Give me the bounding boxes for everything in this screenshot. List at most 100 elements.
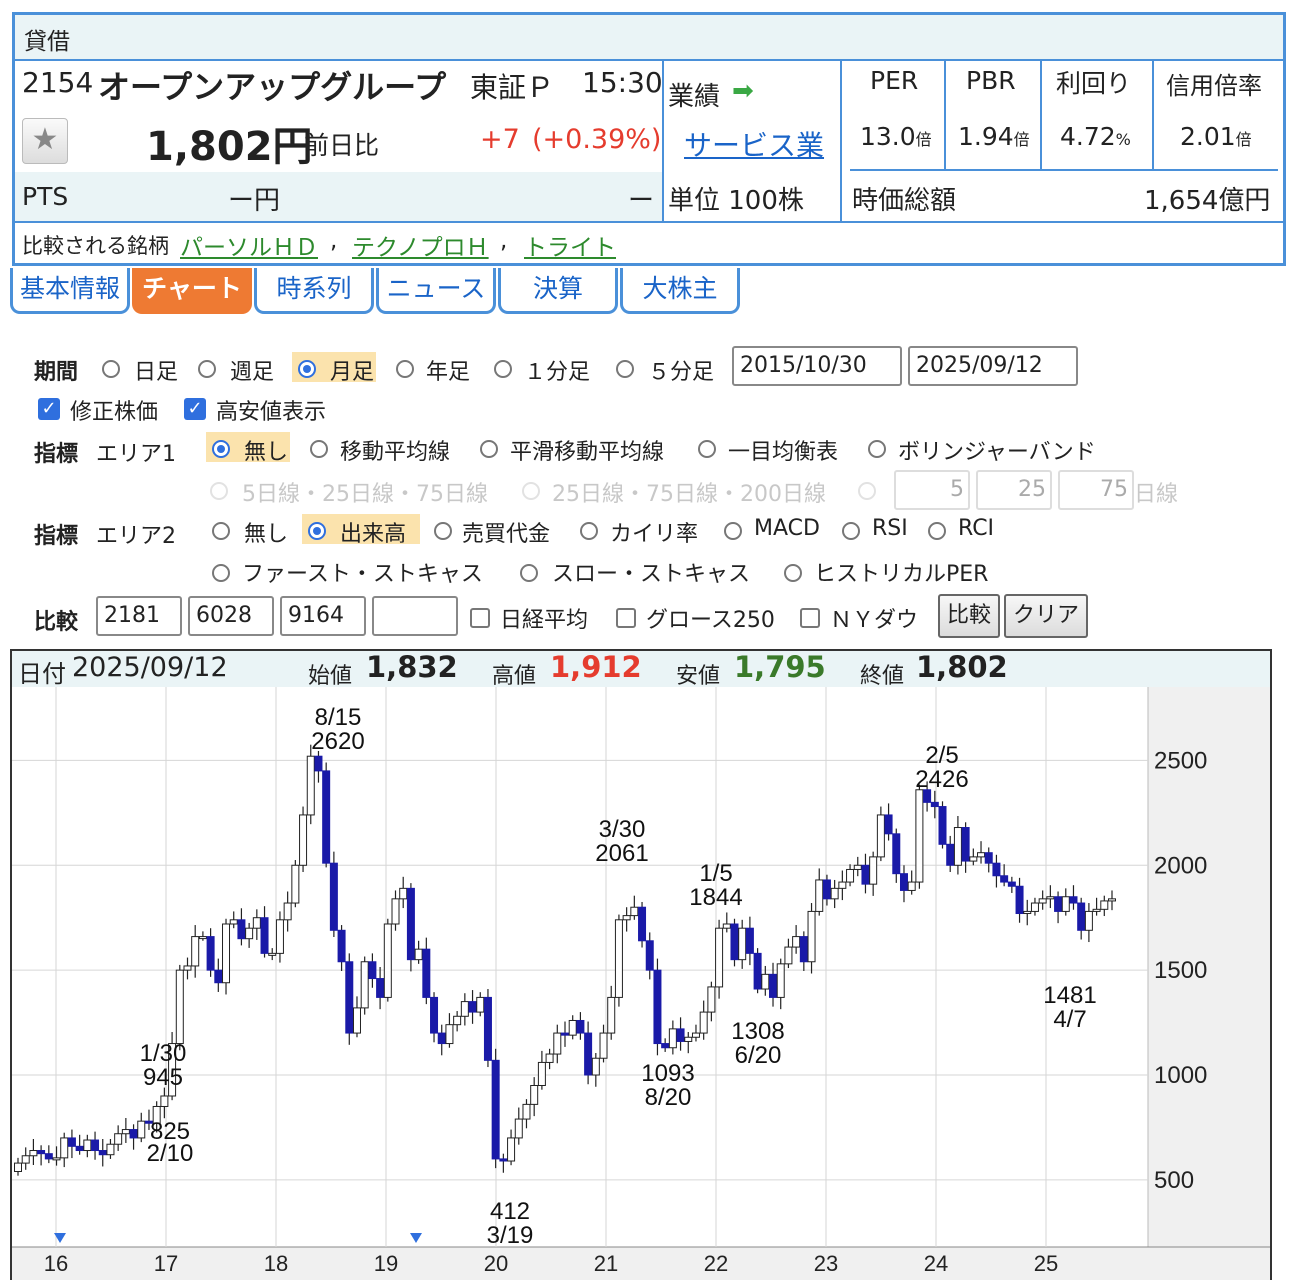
radio-fast-stochastics[interactable] [212, 564, 230, 582]
compared-stock-link[interactable]: トライト [524, 228, 616, 262]
candle-body [60, 1137, 69, 1159]
candlestick-chart[interactable]: 500 1000 1500 2000 2500 16 17 18 19 20 21 22 23 24 25 8… [12, 687, 1270, 1280]
radio-yearly[interactable] [396, 360, 414, 378]
clear-button[interactable]: クリア [1004, 594, 1088, 638]
radio-area1-none[interactable] [212, 440, 230, 458]
open-label: 始値 [308, 664, 353, 689]
x-tick-label: 17 [154, 1251, 178, 1276]
candle-body [622, 915, 631, 921]
radio-moving-average[interactable] [310, 440, 328, 458]
margin-ratio-label: 信用倍率 [1166, 72, 1262, 100]
radio-historical-per[interactable] [784, 564, 802, 582]
compare-input-4[interactable] [372, 596, 458, 636]
open-value: 1,832 [366, 650, 458, 684]
candle-body [522, 1103, 531, 1120]
radio-ma-custom[interactable] [858, 482, 876, 500]
radio-smoothed-ma[interactable] [480, 440, 498, 458]
ma-input-1[interactable]: 5 [894, 470, 970, 510]
radio-ichimoku[interactable] [698, 440, 716, 458]
favorite-star-icon[interactable]: ★ [22, 118, 68, 164]
candle-body [52, 1157, 61, 1161]
candle-body [368, 961, 377, 980]
candle-body [807, 910, 816, 963]
radio-macd[interactable] [724, 522, 742, 540]
candle-body [907, 881, 916, 891]
candle-body [137, 1120, 146, 1139]
candle-body [206, 936, 215, 971]
checkbox-high-low[interactable]: ✓ [184, 398, 206, 420]
candle-body [360, 961, 369, 1009]
candle-body [1092, 908, 1101, 912]
radio-deviation[interactable] [580, 522, 598, 540]
chart-date: 2025/09/12 [72, 652, 228, 683]
candle-body [67, 1137, 76, 1147]
candle-body [1023, 910, 1032, 915]
radio-slow-stochastics[interactable] [520, 564, 538, 582]
date-from-input[interactable]: 2015/10/30 [732, 346, 902, 386]
candle-body [214, 969, 223, 984]
compare-button[interactable]: 比較 [938, 594, 1000, 638]
tab-news[interactable]: ニュース [376, 268, 496, 314]
compared-stock-link[interactable]: テクノプロＨ [352, 228, 489, 262]
marker-triangle-icon [410, 1233, 422, 1243]
date-to-input[interactable]: 2025/09/12 [908, 346, 1078, 386]
checkbox-growth250[interactable] [616, 608, 636, 628]
radio-5min[interactable] [616, 360, 634, 378]
candle-body [799, 936, 808, 963]
candle-body [838, 881, 847, 889]
candle-body [1030, 902, 1039, 912]
candle-body [329, 862, 338, 931]
compare-input-1[interactable]: 2181 [96, 596, 182, 636]
radio-1min[interactable] [494, 360, 512, 378]
candle-body [722, 923, 731, 929]
candle-body [769, 973, 778, 998]
checkbox-ny-dow[interactable] [800, 608, 820, 628]
option-label: 日足 [134, 360, 179, 385]
candle-body [1061, 896, 1070, 912]
tab-basic-info[interactable]: 基本情報 [10, 268, 130, 314]
divider [1152, 61, 1154, 169]
option-label: 年足 [426, 360, 471, 385]
high-label: 高値 [492, 664, 537, 689]
radio-trading-value[interactable] [434, 522, 452, 540]
radio-ma-25-75-200[interactable] [522, 482, 540, 500]
radio-rsi[interactable] [842, 522, 860, 540]
ma-input-2[interactable]: 25 [976, 470, 1052, 510]
radio-weekly[interactable] [198, 360, 216, 378]
checkbox-nikkei[interactable] [470, 608, 490, 628]
checkbox-adjusted-price[interactable]: ✓ [38, 398, 60, 420]
radio-area2-none[interactable] [212, 522, 230, 540]
performance-label[interactable]: 業績 [668, 76, 720, 113]
radio-daily[interactable] [102, 360, 120, 378]
sector-link[interactable]: サービス業 [684, 124, 824, 164]
radio-volume[interactable] [308, 522, 326, 540]
candle-body [114, 1133, 123, 1145]
compare-input-3[interactable]: 9164 [280, 596, 366, 636]
compared-stock-link[interactable]: パーソルＨＤ [180, 228, 318, 262]
candle-body [699, 1011, 708, 1034]
separator: , [330, 228, 338, 254]
candle-body [684, 1036, 693, 1042]
radio-rci[interactable] [928, 522, 946, 540]
candle-body [953, 827, 962, 866]
close-value: 1,802 [916, 650, 1008, 684]
ma-input-3[interactable]: 75 [1058, 470, 1134, 510]
candle-body [638, 906, 647, 942]
tab-major-shareholders[interactable]: 大株主 [620, 268, 740, 314]
candle-body [491, 1059, 500, 1160]
candle-body [476, 996, 485, 1013]
x-tick-label: 23 [814, 1251, 838, 1276]
tab-chart[interactable]: チャート [132, 268, 252, 314]
radio-bollinger[interactable] [868, 440, 886, 458]
tab-earnings[interactable]: 決算 [498, 268, 618, 314]
compare-input-2[interactable]: 6028 [188, 596, 274, 636]
pts-row [15, 172, 662, 221]
tab-time-series[interactable]: 時系列 [254, 268, 374, 314]
candle-body [553, 1032, 562, 1055]
price-change: +7 [480, 124, 520, 155]
candle-body [245, 927, 254, 940]
radio-ma-5-25-75[interactable] [210, 482, 228, 500]
arrow-right-icon[interactable]: ➡ [732, 76, 754, 106]
candle-body [707, 986, 716, 1013]
radio-monthly[interactable] [298, 360, 316, 378]
